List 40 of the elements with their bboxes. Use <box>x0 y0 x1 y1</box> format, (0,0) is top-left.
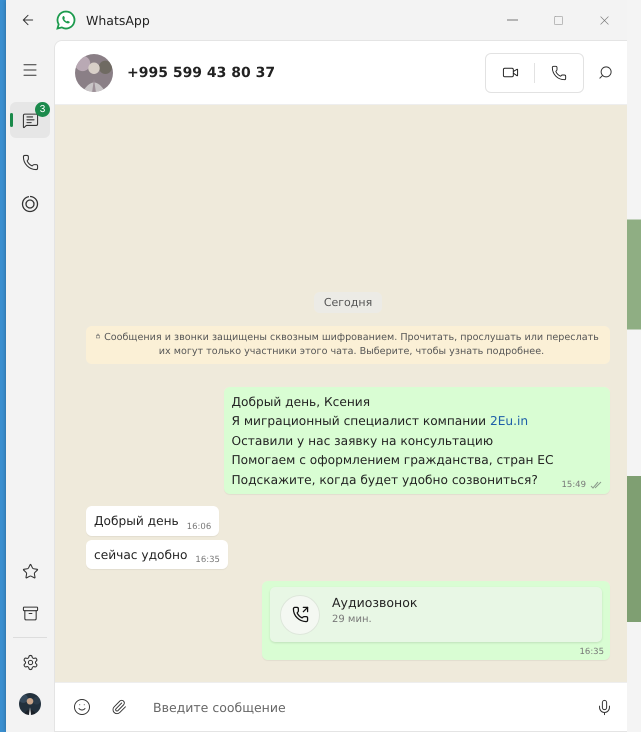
microphone-button[interactable] <box>596 698 613 716</box>
phone-icon <box>22 154 38 170</box>
app-logo-icon <box>56 10 76 30</box>
nav-button[interactable]: 3 <box>10 102 50 138</box>
contact-name: +995 599 43 80 37 <box>127 64 276 80</box>
phone-icon <box>551 64 567 80</box>
call-card[interactable]: Аудиозвонок 29 мин. <box>270 587 602 642</box>
call-duration: 29 мин. <box>332 614 373 624</box>
message-text: Добрый день, Ксения <box>232 394 372 410</box>
message-text: Я миграционный специалист компании 2Eu.in <box>232 413 530 430</box>
lock-icon <box>96 332 100 340</box>
window-title: WhatsApp <box>86 12 151 28</box>
notice-text: Сообщения и звонки защищены сквозным шифрованием. Прочитать, прослушать или переслать их могут только участники этого чата. Выберите, чтобы узнать подробнее. <box>103 330 600 358</box>
message-time: 16:06 <box>186 522 212 532</box>
message-text: сейчас удобно <box>94 546 188 564</box>
message-text: Оставили у нас заявку на консультацию <box>232 432 494 450</box>
maximize-icon <box>552 14 564 26</box>
message-text: Помогаем с оформлением гражданства, стран ЕС <box>232 452 554 469</box>
message-text: Добрый день <box>94 513 179 530</box>
message-time: 16:35 <box>580 647 604 657</box>
encryption-notice[interactable]: Сообщения и звонки защищены сквозным шифрованием. Прочитать, прослушать или переслать их могут только участники этого чата. Выберите, чтобы узнать подробнее. <box>86 326 610 364</box>
attach-button[interactable] <box>111 699 127 715</box>
message-text: Подскажите, когда будет удобно созвониться? <box>232 472 539 488</box>
back-button[interactable] <box>20 12 36 28</box>
chat-icon <box>22 112 38 128</box>
call-title: Аудиозвонок <box>332 594 418 610</box>
message-time: 15:49 <box>562 480 586 490</box>
minimize-icon <box>506 19 518 21</box>
unread-badge: 3 <box>35 102 50 117</box>
date-chip: Сегодня <box>314 292 382 313</box>
archive-icon <box>22 604 38 622</box>
message-time: 16:35 <box>195 555 220 565</box>
status-icon <box>21 195 39 213</box>
star-icon <box>22 562 38 580</box>
message-link[interactable]: 2Eu.in <box>490 414 528 428</box>
outgoing-call-icon <box>280 594 320 634</box>
menu-icon <box>21 61 39 79</box>
settings-icon <box>22 654 38 670</box>
emoji-button[interactable] <box>73 698 91 716</box>
search-button[interactable] <box>598 65 613 80</box>
